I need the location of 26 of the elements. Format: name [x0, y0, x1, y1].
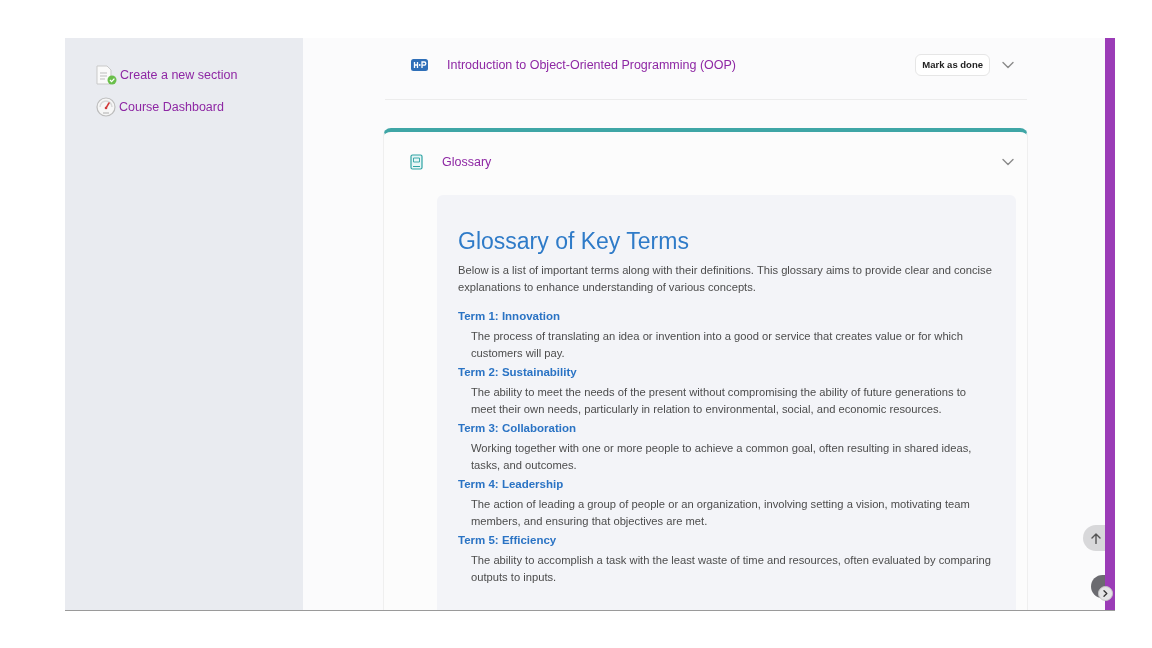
term-heading: Term 2: Sustainability	[458, 365, 578, 381]
glossary-heading: Glossary of Key Terms	[458, 228, 690, 255]
term-heading: Term 4: Leadership	[458, 477, 565, 493]
term-definition: The ability to accomplish a task with the least waste of time and resources, often evaluated by comparing outputs to inputs.	[471, 553, 992, 586]
document-check-icon	[96, 65, 117, 85]
intro-paragraph: Below is a list of important terms along with their definitions. This glossary aims to provide clear and concise explanations to enhance understanding of various concepts.	[458, 263, 993, 296]
term-heading: Term 5: Efficiency	[458, 533, 558, 549]
term-definition: Working together with one or more people to achieve a common goal, often resulting in shared ideas, tasks, and outcomes.	[471, 441, 973, 474]
term-definition: The action of leading a group of people or an organization, involving setting a vision, motivating team members, and ensuring that objectives are met.	[471, 497, 971, 530]
scroll-to-top-button[interactable]	[1083, 525, 1105, 551]
section-title-link[interactable]: Introduction to Object-Oriented Programming (OOP)	[447, 55, 736, 75]
section-title-link[interactable]: Glossary	[442, 152, 492, 172]
term-heading: Term 1: Innovation	[458, 309, 562, 325]
mark-as-done-button[interactable]: Mark as done	[915, 54, 990, 76]
sidebar-link[interactable]: Course Dashboard	[119, 97, 224, 117]
gauge-icon	[96, 97, 116, 117]
interactive-content-icon	[411, 59, 428, 71]
term-heading: Term 3: Collaboration	[458, 421, 577, 437]
chevron-right-icon	[1103, 590, 1108, 597]
term-definition: The process of translating an idea or invention into a good or service that creates value or for which customers will pay.	[471, 329, 964, 362]
chevron-down-icon[interactable]	[1002, 61, 1014, 69]
term-definition: The ability to meet the needs of the present without compromising the ability of future generations to meet their own needs, particularly in relation to environmental, social, and economic resources.	[471, 385, 967, 418]
book-icon	[410, 154, 423, 170]
chevron-down-icon[interactable]	[1002, 158, 1014, 166]
up-arrow-icon	[1090, 532, 1101, 544]
sidebar-link[interactable]: Create a new section	[120, 65, 238, 85]
